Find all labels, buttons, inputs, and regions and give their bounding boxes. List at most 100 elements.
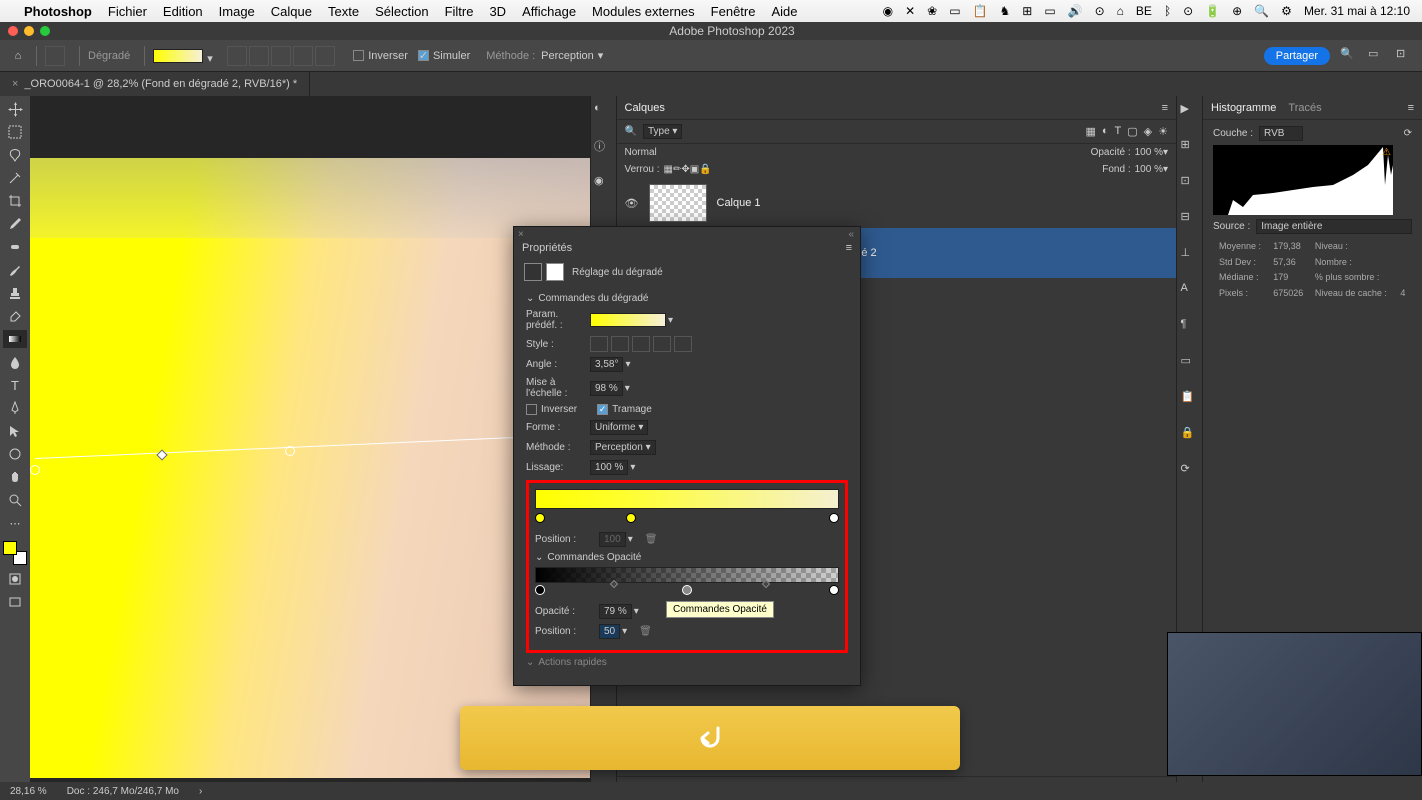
lock-icon[interactable]: ▦ bbox=[664, 164, 673, 175]
adjustment-icon[interactable] bbox=[524, 263, 542, 281]
menubar-icon[interactable]: 🔊 bbox=[1068, 4, 1083, 18]
lock-icon[interactable]: ✥ bbox=[681, 164, 689, 175]
move-tool[interactable] bbox=[3, 100, 27, 118]
canvas-area[interactable] bbox=[30, 96, 590, 800]
opacity-input[interactable]: 79 % bbox=[599, 604, 632, 619]
tool-preset[interactable] bbox=[45, 46, 65, 66]
style-angle[interactable] bbox=[632, 336, 650, 352]
panel-menu-icon[interactable]: ≡ bbox=[1408, 102, 1414, 114]
lock-icon[interactable]: ✏ bbox=[673, 164, 681, 175]
menubar-icon[interactable]: ▭ bbox=[949, 4, 960, 18]
chevron-down-icon[interactable]: ▾ bbox=[1163, 164, 1168, 175]
lasso-tool[interactable] bbox=[3, 146, 27, 164]
layer-row[interactable]: 👁 Calque 1 bbox=[617, 178, 1177, 228]
chevron-down-icon[interactable]: ▾ bbox=[1163, 147, 1168, 158]
color-stop[interactable] bbox=[626, 513, 636, 523]
screenmode-tool[interactable] bbox=[3, 593, 27, 611]
methode-value[interactable]: Perception bbox=[541, 50, 594, 62]
methode-select[interactable]: Perception ▾ bbox=[590, 440, 656, 455]
forme-select[interactable]: Uniforme ▾ bbox=[590, 420, 648, 435]
battery-icon[interactable]: 🔋 bbox=[1205, 4, 1220, 18]
opacity-value[interactable]: 100 % bbox=[1135, 147, 1163, 158]
eyedropper-tool[interactable] bbox=[3, 215, 27, 233]
chevron-right-icon[interactable]: › bbox=[199, 786, 202, 797]
workspace-icon[interactable]: ▭ bbox=[1368, 47, 1386, 65]
stamp-tool[interactable] bbox=[3, 284, 27, 302]
channel-select[interactable]: RVB bbox=[1259, 126, 1303, 141]
layer-thumb[interactable] bbox=[649, 184, 707, 222]
edit-toolbar[interactable]: ⋯ bbox=[3, 514, 27, 532]
hand-tool[interactable] bbox=[3, 468, 27, 486]
lissage-input[interactable]: 100 % bbox=[590, 460, 628, 475]
panel-icon[interactable]: ⊞ bbox=[1181, 138, 1199, 156]
gradient-editor-bar[interactable] bbox=[535, 489, 839, 509]
path-tool[interactable] bbox=[3, 422, 27, 440]
menubar-icon[interactable]: ♞ bbox=[999, 4, 1010, 18]
menu-text[interactable]: Texte bbox=[328, 4, 359, 19]
panel-icon[interactable]: ◉ bbox=[594, 174, 612, 192]
control-center-icon[interactable]: ⚙ bbox=[1281, 4, 1292, 18]
trash-icon[interactable]: 🗑 bbox=[645, 534, 658, 545]
panel-icon[interactable]: ▭ bbox=[1181, 354, 1199, 372]
panel-menu-icon[interactable]: ≡ bbox=[1162, 102, 1168, 114]
menubar-icon[interactable]: ▭ bbox=[1044, 4, 1055, 18]
gradient-handle[interactable] bbox=[156, 449, 167, 460]
preset-preview[interactable] bbox=[590, 313, 666, 327]
panel-icon[interactable]: 🔒 bbox=[1181, 426, 1199, 444]
app-name[interactable]: Photoshop bbox=[24, 4, 92, 19]
play-icon[interactable]: ▶ bbox=[1181, 102, 1199, 120]
panel-icon[interactable]: ⊥ bbox=[1181, 246, 1199, 264]
menubar-icon[interactable]: ✕ bbox=[905, 4, 915, 18]
section-header[interactable]: Actions rapides bbox=[526, 657, 848, 668]
style-diamond[interactable] bbox=[674, 336, 692, 352]
layers-tab[interactable]: Calques bbox=[625, 102, 665, 114]
angle-input[interactable]: 3,58° bbox=[590, 357, 623, 372]
filter-icon[interactable]: ▦ bbox=[1085, 125, 1095, 138]
color-stop[interactable] bbox=[535, 513, 545, 523]
gradient-tool[interactable] bbox=[3, 330, 27, 348]
marquee-tool[interactable] bbox=[3, 123, 27, 141]
shape-tool[interactable] bbox=[3, 445, 27, 463]
filter-icon[interactable]: ◈ bbox=[1144, 125, 1152, 138]
collapse-icon[interactable]: « bbox=[848, 229, 854, 240]
gradient-angle[interactable] bbox=[271, 46, 291, 66]
quickmask-tool[interactable] bbox=[3, 570, 27, 588]
inverser-checkbox[interactable] bbox=[526, 404, 537, 415]
lock-icon[interactable]: 🔒 bbox=[699, 164, 711, 175]
menu-plugins[interactable]: Modules externes bbox=[592, 4, 695, 19]
menubar-icon[interactable]: ❀ bbox=[927, 4, 937, 18]
fill-value[interactable]: 100 % bbox=[1135, 164, 1163, 175]
wifi-icon[interactable]: ⊕ bbox=[1232, 4, 1242, 18]
style-radial[interactable] bbox=[611, 336, 629, 352]
panel-icon[interactable]: ⊟ bbox=[1181, 210, 1199, 228]
source-select[interactable]: Image entière bbox=[1256, 219, 1412, 234]
color-swatches[interactable] bbox=[3, 541, 27, 565]
close-tab-icon[interactable]: × bbox=[12, 78, 18, 90]
paths-tab[interactable]: Tracés bbox=[1288, 102, 1321, 114]
chevron-down-icon[interactable]: ▾ bbox=[598, 49, 604, 62]
gradient-preview[interactable] bbox=[153, 49, 203, 63]
chevron-down-icon[interactable]: ▾ bbox=[625, 383, 630, 394]
document-canvas[interactable] bbox=[30, 158, 590, 778]
chevron-down-icon[interactable]: ▾ bbox=[207, 52, 215, 60]
filter-icon[interactable]: ▢ bbox=[1127, 125, 1137, 138]
menu-window[interactable]: Fenêtre bbox=[711, 4, 756, 19]
section-header[interactable]: Commandes du dégradé bbox=[526, 293, 848, 304]
panel-icon[interactable]: 📋 bbox=[1181, 390, 1199, 408]
filter-type[interactable]: Type ▾ bbox=[643, 124, 683, 139]
chevron-down-icon[interactable]: ▾ bbox=[630, 462, 635, 473]
simuler-checkbox[interactable]: ✓ bbox=[418, 50, 429, 61]
pen-tool[interactable] bbox=[3, 399, 27, 417]
warning-icon[interactable]: ⚠ bbox=[1382, 147, 1391, 158]
menubar-icon[interactable]: ⌂ bbox=[1117, 4, 1124, 18]
opacity-stop[interactable] bbox=[535, 585, 545, 595]
color-stop[interactable] bbox=[829, 513, 839, 523]
fg-color[interactable] bbox=[3, 541, 17, 555]
menubar-icon[interactable]: ⊙ bbox=[1183, 4, 1193, 18]
position-input[interactable]: 50 bbox=[599, 624, 620, 639]
gradient-diamond[interactable] bbox=[315, 46, 335, 66]
menu-layer[interactable]: Calque bbox=[271, 4, 312, 19]
inverser-checkbox[interactable] bbox=[353, 50, 364, 61]
visibility-icon[interactable]: 👁 bbox=[625, 197, 639, 210]
menu-edit[interactable]: Edition bbox=[163, 4, 203, 19]
